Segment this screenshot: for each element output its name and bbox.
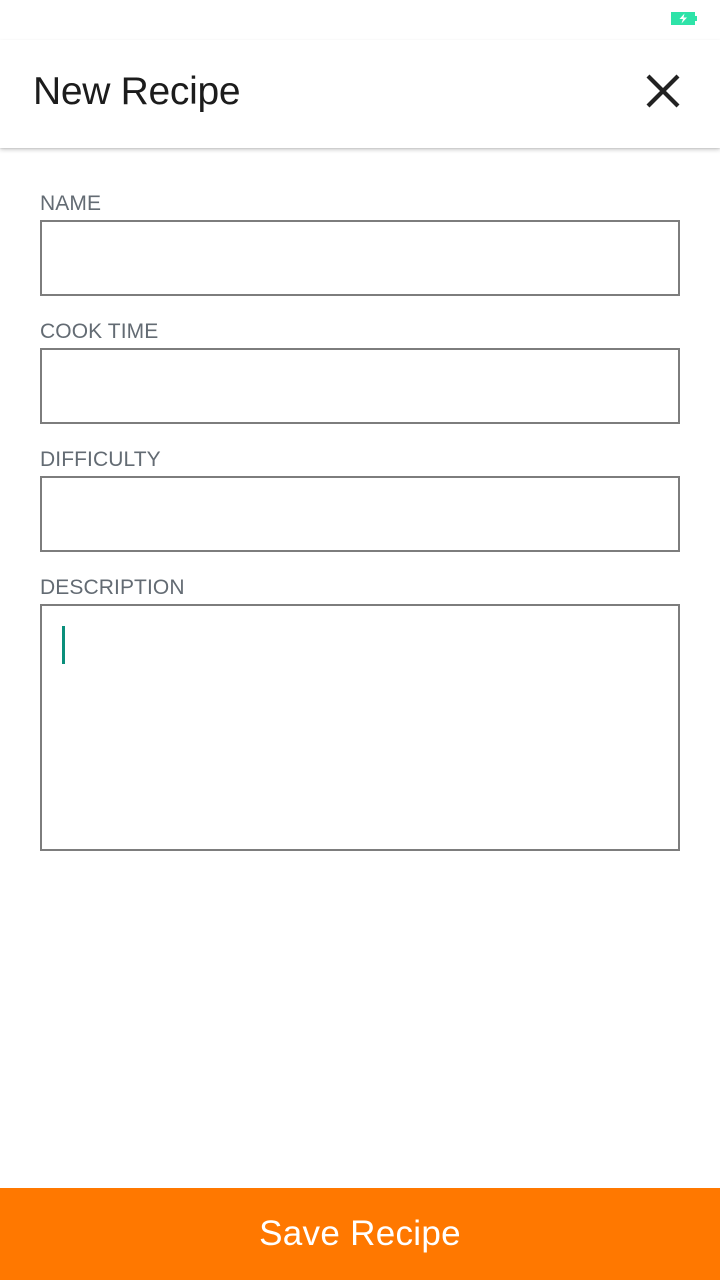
app-bar: New Recipe bbox=[0, 40, 720, 148]
new-recipe-screen: New Recipe NAME COOK TIME DIFFICULTY DES… bbox=[0, 0, 720, 1280]
description-textarea[interactable] bbox=[42, 606, 678, 849]
difficulty-label: DIFFICULTY bbox=[40, 448, 161, 471]
status-bar bbox=[0, 0, 720, 40]
battery-charging-icon bbox=[671, 12, 697, 25]
close-button[interactable] bbox=[638, 66, 688, 116]
description-label: DESCRIPTION bbox=[40, 576, 185, 599]
name-field-box bbox=[40, 220, 680, 296]
name-label: NAME bbox=[40, 192, 102, 215]
close-icon bbox=[646, 74, 680, 108]
page-title: New Recipe bbox=[33, 70, 241, 113]
cook-time-label: COOK TIME bbox=[40, 320, 159, 343]
name-input[interactable] bbox=[42, 222, 678, 294]
cook-time-field-box bbox=[40, 348, 680, 424]
difficulty-field-box bbox=[40, 476, 680, 552]
description-field-box bbox=[40, 604, 680, 851]
difficulty-input[interactable] bbox=[42, 478, 678, 550]
text-cursor bbox=[62, 626, 65, 664]
cook-time-input[interactable] bbox=[42, 350, 678, 422]
save-recipe-button[interactable]: Save Recipe bbox=[0, 1188, 720, 1280]
